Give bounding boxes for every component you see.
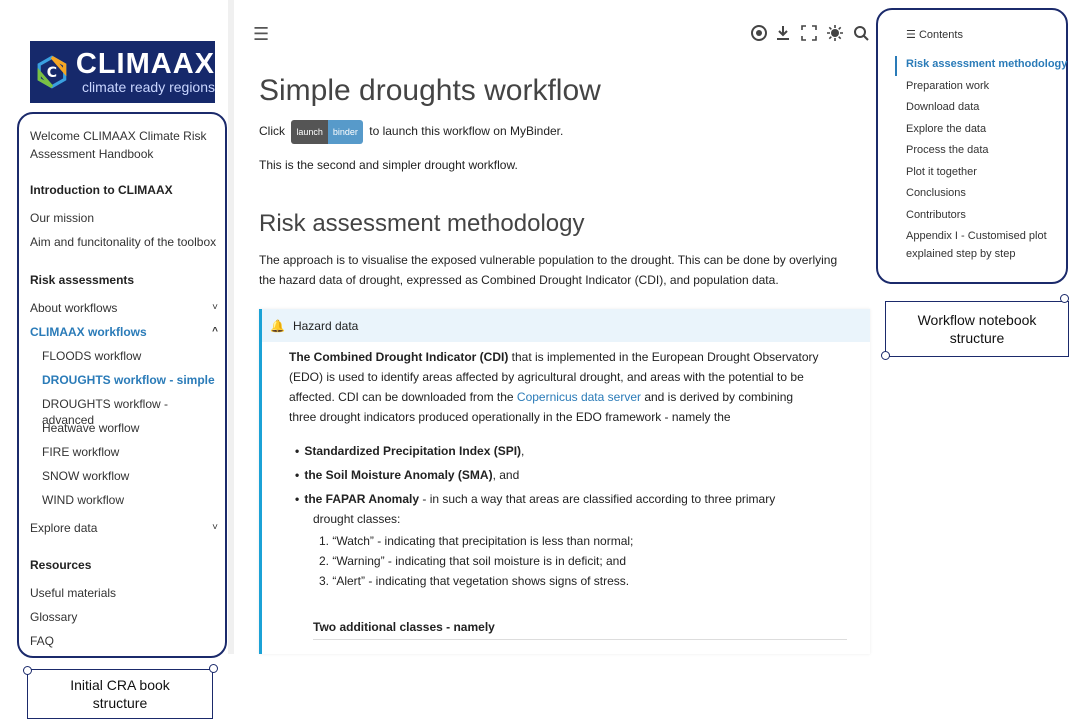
hazard-data-admonition: 🔔 Hazard data The Combined Drought Indic… bbox=[259, 309, 870, 654]
download-icon[interactable] bbox=[774, 24, 792, 42]
sidebar-scrollbar[interactable] bbox=[228, 0, 234, 654]
list-item: • the FAPAR Anomaly - in such a way that… bbox=[295, 489, 815, 509]
binder-paragraph: Click launch binder to launch this workf… bbox=[259, 120, 563, 144]
bullet-dot: • bbox=[295, 444, 300, 458]
list-item: • the Soil Moisture Anomaly (SMA), and bbox=[295, 465, 815, 485]
toc-item[interactable]: Appendix I - Customised plot bbox=[906, 229, 1047, 243]
toc-item[interactable]: Preparation work bbox=[906, 79, 989, 93]
list-item: • Standardized Precipitation Index (SPI)… bbox=[295, 441, 815, 461]
admonition-line: The Combined Drought Indicator (CDI) tha… bbox=[289, 347, 859, 367]
bell-icon: 🔔 bbox=[270, 318, 285, 333]
list-text: , and bbox=[492, 468, 520, 482]
admonition-text: that is implemented in the European Drou… bbox=[508, 350, 819, 364]
admonition-line: three drought indicators produced operat… bbox=[289, 410, 731, 424]
toc-item[interactable]: Explore the data bbox=[906, 122, 986, 136]
section-line: The approach is to visualise the exposed… bbox=[259, 253, 838, 267]
list-item-continued: drought classes: bbox=[313, 512, 401, 526]
section-paragraph: The approach is to visualise the exposed… bbox=[259, 250, 871, 290]
toc-header: ☰ Contents bbox=[906, 28, 963, 41]
toc-item[interactable]: Risk assessment methodology bbox=[906, 57, 1067, 71]
bullet-dot: • bbox=[295, 468, 300, 482]
scroll-curl bbox=[881, 351, 890, 360]
admonition-text: affected. CDI can be downloaded from the bbox=[289, 390, 517, 404]
numbered-item: 1. “Watch” - indicating that precipitati… bbox=[319, 534, 634, 548]
admonition-body: The Combined Drought Indicator (CDI) tha… bbox=[289, 347, 859, 427]
logo-text: CLIMAAX climate ready regions bbox=[76, 49, 215, 95]
list-text: , bbox=[521, 444, 525, 458]
binder-badge-left: launch bbox=[291, 120, 328, 144]
toc-title: Contents bbox=[918, 29, 963, 41]
annotation-right: Workflow notebook structure bbox=[885, 301, 1069, 357]
logo-title: CLIMAAX bbox=[75, 48, 215, 80]
toc-item[interactable]: Process the data bbox=[906, 143, 989, 157]
annotation-right-text: Workflow notebook structure bbox=[917, 312, 1037, 346]
list-icon: ☰ bbox=[906, 29, 916, 41]
list-text: - in such a way that areas are classifie… bbox=[419, 492, 776, 506]
admonition-header: 🔔 Hazard data bbox=[262, 309, 870, 342]
toc-item[interactable]: Download data bbox=[906, 100, 979, 114]
click-suffix: to launch this workflow on MyBinder. bbox=[369, 124, 564, 139]
toc-item[interactable]: Plot it together bbox=[906, 165, 977, 179]
toc-item[interactable]: explained step by step bbox=[906, 247, 1015, 261]
search-icon[interactable] bbox=[852, 24, 870, 42]
svg-text:C: C bbox=[47, 65, 57, 81]
page-title: Simple droughts workflow bbox=[259, 74, 601, 107]
intro-paragraph: This is the second and simpler drought w… bbox=[259, 158, 518, 172]
admonition-subheading: Two additional classes - namely bbox=[313, 620, 495, 634]
list-term: the FAPAR Anomaly bbox=[304, 492, 420, 506]
launch-binder-badge[interactable]: launch binder bbox=[291, 120, 363, 144]
scroll-curl bbox=[23, 666, 32, 675]
admonition-title: Hazard data bbox=[292, 318, 359, 333]
list-term: the Soil Moisture Anomaly (SMA) bbox=[304, 468, 493, 482]
toc-item[interactable]: Contributors bbox=[906, 208, 966, 222]
annotation-left: Initial CRA book structure bbox=[27, 669, 213, 719]
numbered-item: 2. “Warning” - indicating that soil mois… bbox=[319, 554, 627, 568]
admonition-line: affected. CDI can be downloaded from the… bbox=[289, 387, 859, 407]
logo-subtitle: climate ready regions bbox=[81, 79, 215, 95]
theme-icon[interactable] bbox=[826, 24, 844, 42]
annotation-left-text: Initial CRA book structure bbox=[70, 677, 170, 711]
section-line: the hazard data of drought, expressed as… bbox=[259, 273, 779, 287]
sidebar-annotation-frame bbox=[17, 112, 227, 658]
admonition-line: (EDO) is used to identify areas affected… bbox=[289, 370, 804, 384]
menu-icon[interactable]: ☰ bbox=[253, 24, 269, 45]
admonition-text: and is derived by combining bbox=[640, 390, 794, 404]
climaax-logo[interactable]: C CLIMAAX climate ready regions bbox=[30, 41, 215, 103]
toc-item[interactable]: Conclusions bbox=[906, 186, 966, 200]
github-icon[interactable] bbox=[750, 24, 768, 42]
scroll-curl bbox=[209, 664, 218, 673]
scroll-curl bbox=[1060, 294, 1069, 303]
cdi-term: The Combined Drought Indicator (CDI) bbox=[289, 350, 509, 364]
fullscreen-icon[interactable] bbox=[800, 24, 818, 42]
list-term: Standardized Precipitation Index (SPI) bbox=[304, 444, 522, 458]
toc-active-indicator bbox=[895, 56, 897, 76]
click-prefix: Click bbox=[259, 124, 285, 139]
binder-badge-right: binder bbox=[327, 120, 363, 144]
numbered-item: 3. “Alert” - indicating that vegetation … bbox=[319, 574, 630, 588]
copernicus-link[interactable]: Copernicus data server bbox=[517, 390, 641, 404]
admonition-divider bbox=[313, 639, 847, 640]
section-title: Risk assessment methodology bbox=[259, 210, 585, 237]
bullet-dot: • bbox=[295, 492, 300, 506]
climaax-hexagon-icon: C bbox=[37, 55, 67, 89]
